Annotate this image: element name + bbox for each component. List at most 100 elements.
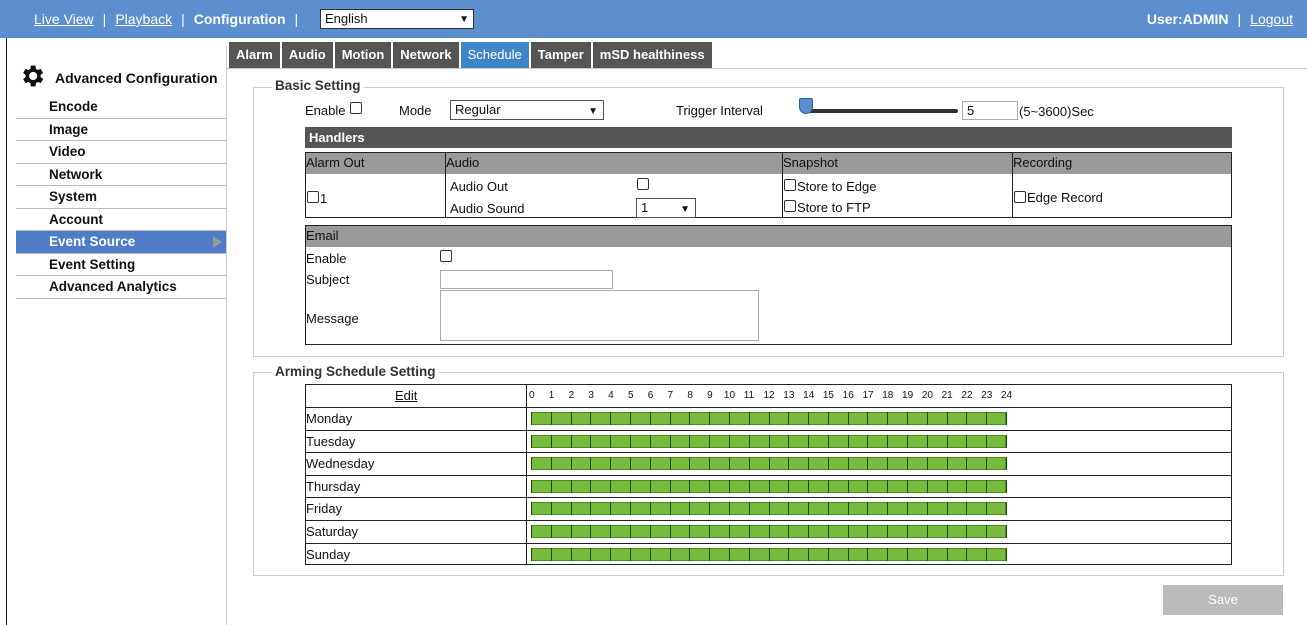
- logout-link[interactable]: Logout: [1250, 11, 1293, 27]
- sidebar-item-encode[interactable]: Encode: [16, 96, 226, 119]
- tab-audio[interactable]: Audio: [281, 42, 333, 69]
- alarm-out-1-checkbox[interactable]: [307, 191, 319, 203]
- hour-label: 7: [667, 390, 674, 401]
- hour-label: 21: [941, 390, 953, 401]
- sidebar-item-event-source[interactable]: Event Source: [16, 231, 226, 254]
- email-enable-label: Enable: [306, 251, 347, 266]
- hour-tick: [946, 412, 948, 425]
- hour-tick: [550, 434, 552, 448]
- hour-tick: [788, 525, 790, 538]
- hour-tick: [788, 502, 790, 516]
- hour-tick: [946, 525, 948, 538]
- audio-sound-select[interactable]: 1 ▼: [636, 198, 696, 218]
- hour-tick: [610, 479, 612, 493]
- hour-tick: [768, 547, 770, 561]
- sidebar-item-image[interactable]: Image: [16, 119, 226, 141]
- hour-tick: [887, 502, 889, 516]
- edit-schedule-link[interactable]: Edit: [395, 388, 417, 403]
- edge-record-checkbox[interactable]: [1014, 191, 1026, 203]
- hour-tick: [926, 525, 928, 538]
- sidebar-item-account[interactable]: Account: [16, 209, 226, 231]
- store-to-ftp-checkbox[interactable]: [784, 200, 796, 212]
- row-divider: [305, 429, 1232, 431]
- hour-tick: [907, 434, 909, 448]
- language-select[interactable]: English ▼: [320, 9, 474, 29]
- left-border: [6, 38, 7, 625]
- hour-tick: [867, 412, 869, 425]
- hour-tick: [986, 434, 988, 448]
- enable-checkbox[interactable]: [350, 102, 362, 114]
- hour-tick: [907, 525, 909, 538]
- trigger-interval-input[interactable]: 5: [962, 101, 1018, 120]
- tab-alarm[interactable]: Alarm: [229, 42, 280, 69]
- subject-input[interactable]: [440, 270, 613, 289]
- hour-tick: [748, 502, 750, 516]
- hour-tick: [728, 412, 730, 425]
- hour-tick: [926, 502, 928, 516]
- sidebar-item-event-setting[interactable]: Event Setting: [16, 254, 226, 276]
- sidebar-item-video[interactable]: Video: [16, 141, 226, 164]
- hour-tick: [669, 547, 671, 561]
- sidebar-item-system[interactable]: System: [16, 186, 226, 209]
- hour-tick: [966, 502, 968, 516]
- hour-tick: [788, 434, 790, 448]
- hour-tick: [748, 479, 750, 493]
- hour-tick: [610, 547, 612, 561]
- hour-tick: [926, 457, 928, 471]
- hour-tick: [570, 479, 572, 493]
- hour-tick: [768, 479, 770, 493]
- hour-tick: [550, 479, 552, 493]
- mode-select[interactable]: Regular ▼: [450, 100, 604, 120]
- tab-schedule[interactable]: Schedule: [460, 42, 529, 69]
- hour-tick: [689, 479, 691, 493]
- day-label: Sunday: [306, 546, 351, 562]
- hour-tick: [689, 412, 691, 425]
- arrow-right-icon: [213, 236, 222, 248]
- hour-tick: [550, 502, 552, 516]
- email-enable-checkbox[interactable]: [440, 250, 452, 262]
- audio-out-checkbox[interactable]: [637, 178, 649, 190]
- hour-tick: [827, 434, 829, 448]
- row-divider: [305, 452, 1232, 454]
- slider-handle[interactable]: [799, 98, 813, 114]
- audio-out-label: Audio Out: [450, 179, 508, 194]
- hour-tick: [887, 547, 889, 561]
- hour-tick: [887, 479, 889, 493]
- hour-tick: [1006, 412, 1007, 425]
- hour-tick: [926, 434, 928, 448]
- tab-tamper[interactable]: Tamper: [530, 42, 591, 69]
- sidebar-item-advanced-analytics[interactable]: Advanced Analytics: [16, 276, 226, 299]
- alarm-out-header: Alarm Out: [306, 155, 365, 170]
- snapshot-header: Snapshot: [783, 155, 838, 170]
- hour-tick: [629, 502, 631, 516]
- hour-tick: [808, 547, 810, 561]
- sidebar-item-network[interactable]: Network: [16, 164, 226, 186]
- save-button[interactable]: Save: [1163, 585, 1283, 615]
- hour-tick: [728, 457, 730, 471]
- tab-network[interactable]: Network: [393, 42, 459, 69]
- hour-tick: [669, 502, 671, 516]
- configuration-link[interactable]: Configuration: [194, 11, 286, 27]
- hour-tick: [986, 412, 988, 425]
- tab-motion[interactable]: Motion: [334, 42, 392, 69]
- playback-link[interactable]: Playback: [115, 11, 172, 27]
- tab-msd-healthiness[interactable]: mSD healthiness: [592, 42, 712, 69]
- hour-tick: [768, 457, 770, 471]
- store-to-edge-checkbox[interactable]: [784, 179, 796, 191]
- message-textarea[interactable]: [440, 290, 759, 341]
- hour-tick: [531, 547, 532, 561]
- hour-tick: [649, 502, 651, 516]
- hour-tick: [689, 457, 691, 471]
- hour-tick: [669, 434, 671, 448]
- hour-tick: [867, 457, 869, 471]
- hour-tick: [926, 547, 928, 561]
- hour-tick: [847, 547, 849, 561]
- column-divider: [445, 153, 446, 217]
- hour-tick: [590, 434, 592, 448]
- live-view-link[interactable]: Live View: [34, 11, 94, 27]
- sidebar-title: Advanced Configuration: [55, 70, 218, 86]
- trigger-interval-slider[interactable]: [806, 109, 958, 113]
- hour-tick: [709, 434, 711, 448]
- edge-record-label: Edge Record: [1027, 190, 1103, 205]
- hour-label: 16: [842, 390, 854, 401]
